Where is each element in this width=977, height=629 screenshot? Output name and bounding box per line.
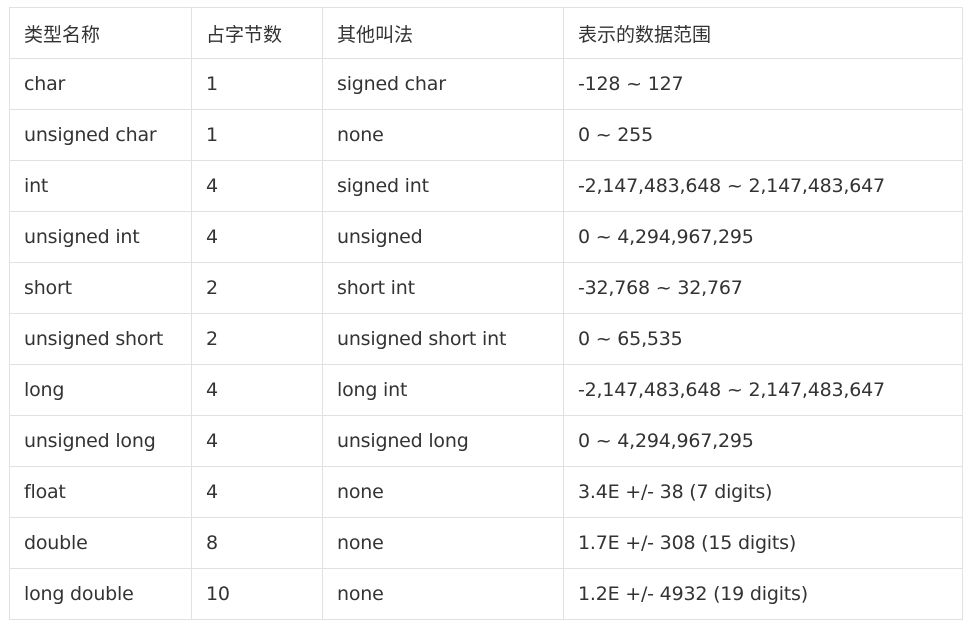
cell-type-name: long double: [9, 568, 192, 620]
cell-type-name: unsigned long: [9, 415, 192, 467]
table-row: int 4 signed int -2,147,483,648 ~ 2,147,…: [9, 160, 963, 212]
table-container: 类型名称 占字节数 其他叫法 表示的数据范围 char 1 signed cha…: [9, 7, 963, 620]
cell-byte-size: 8: [191, 517, 323, 569]
cell-byte-size: 1: [191, 109, 323, 161]
cell-range: 0 ~ 4,294,967,295: [563, 211, 963, 263]
table-row: double 8 none 1.7E +/- 308 (15 digits): [9, 517, 963, 569]
cell-byte-size: 2: [191, 262, 323, 314]
cell-byte-size: 1: [191, 58, 323, 110]
table-row: unsigned short 2 unsigned short int 0 ~ …: [9, 313, 963, 365]
table-row: long double 10 none 1.2E +/- 4932 (19 di…: [9, 568, 963, 620]
cell-range: 0 ~ 255: [563, 109, 963, 161]
cell-alias: unsigned short int: [322, 313, 564, 365]
cell-byte-size: 2: [191, 313, 323, 365]
cell-type-name: int: [9, 160, 192, 212]
cell-alias: none: [322, 568, 564, 620]
cell-type-name: double: [9, 517, 192, 569]
cell-type-name: char: [9, 58, 192, 110]
header-type-name: 类型名称: [9, 7, 192, 59]
data-type-table: 类型名称 占字节数 其他叫法 表示的数据范围 char 1 signed cha…: [9, 7, 963, 620]
cell-alias: none: [322, 466, 564, 518]
table-row: short 2 short int -32,768 ~ 32,767: [9, 262, 963, 314]
cell-alias: none: [322, 109, 564, 161]
cell-range: -32,768 ~ 32,767: [563, 262, 963, 314]
cell-alias: signed char: [322, 58, 564, 110]
table-row: unsigned int 4 unsigned 0 ~ 4,294,967,29…: [9, 211, 963, 263]
cell-alias: unsigned: [322, 211, 564, 263]
table-row: unsigned long 4 unsigned long 0 ~ 4,294,…: [9, 415, 963, 467]
cell-byte-size: 4: [191, 415, 323, 467]
cell-range: 0 ~ 65,535: [563, 313, 963, 365]
cell-alias: signed int: [322, 160, 564, 212]
cell-byte-size: 4: [191, 364, 323, 416]
header-alias: 其他叫法: [322, 7, 564, 59]
cell-type-name: float: [9, 466, 192, 518]
header-byte-size: 占字节数: [191, 7, 323, 59]
header-range: 表示的数据范围: [563, 7, 963, 59]
table-row: unsigned char 1 none 0 ~ 255: [9, 109, 963, 161]
cell-range: -2,147,483,648 ~ 2,147,483,647: [563, 364, 963, 416]
table-header-row: 类型名称 占字节数 其他叫法 表示的数据范围: [9, 7, 963, 59]
cell-type-name: unsigned int: [9, 211, 192, 263]
cell-range: 0 ~ 4,294,967,295: [563, 415, 963, 467]
cell-alias: none: [322, 517, 564, 569]
cell-range: -128 ~ 127: [563, 58, 963, 110]
cell-byte-size: 10: [191, 568, 323, 620]
table-row: char 1 signed char -128 ~ 127: [9, 58, 963, 110]
cell-range: 3.4E +/- 38 (7 digits): [563, 466, 963, 518]
table-row: long 4 long int -2,147,483,648 ~ 2,147,4…: [9, 364, 963, 416]
cell-type-name: unsigned short: [9, 313, 192, 365]
cell-type-name: unsigned char: [9, 109, 192, 161]
cell-type-name: short: [9, 262, 192, 314]
cell-byte-size: 4: [191, 160, 323, 212]
cell-range: 1.2E +/- 4932 (19 digits): [563, 568, 963, 620]
cell-range: 1.7E +/- 308 (15 digits): [563, 517, 963, 569]
cell-alias: short int: [322, 262, 564, 314]
table-row: float 4 none 3.4E +/- 38 (7 digits): [9, 466, 963, 518]
cell-byte-size: 4: [191, 211, 323, 263]
cell-byte-size: 4: [191, 466, 323, 518]
cell-type-name: long: [9, 364, 192, 416]
cell-alias: unsigned long: [322, 415, 564, 467]
cell-range: -2,147,483,648 ~ 2,147,483,647: [563, 160, 963, 212]
cell-alias: long int: [322, 364, 564, 416]
